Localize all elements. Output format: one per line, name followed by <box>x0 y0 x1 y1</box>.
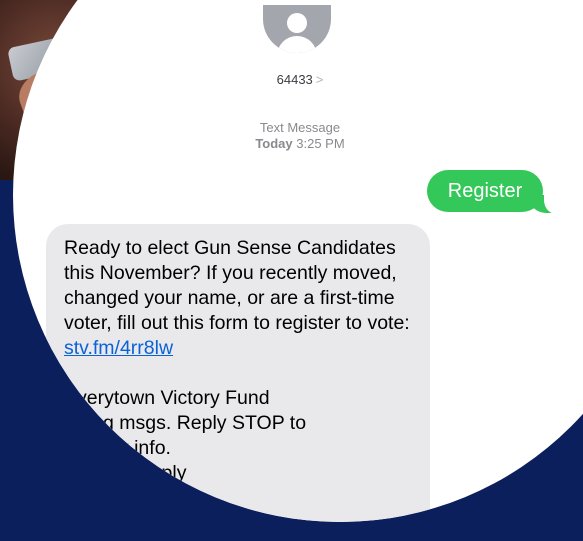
message-day: Today <box>255 136 293 151</box>
avatar-head <box>287 13 307 33</box>
contact-avatar-icon[interactable] <box>263 5 331 53</box>
received-body: Ready to elect Gun Sense Candidates this… <box>64 237 410 334</box>
sent-message-bubble[interactable]: Register <box>427 170 543 212</box>
received-message-bubble[interactable]: Ready to elect Gun Sense Candidates this… <box>46 224 430 522</box>
sender-number: 64433 <box>276 72 313 87</box>
received-footer-line-4: atesMayApply <box>64 462 187 484</box>
sent-bubble-tail-mask <box>544 188 562 214</box>
message-timestamp: Text Message Today 3:25 PM <box>200 120 400 152</box>
received-footer-line-3: ELP for info. <box>64 437 171 459</box>
message-type-label: Text Message <box>259 120 341 135</box>
chevron-right-icon: > <box>315 72 324 87</box>
avatar-body <box>277 36 317 53</box>
received-footer-line-1: Everytown Victory Fund <box>64 387 270 409</box>
received-footer-line-2: urring msgs. Reply STOP to <box>64 412 307 434</box>
message-time: 3:25 PM <box>296 136 345 151</box>
message-thread-circle: 64433 > Text Message Today 3:25 PM Regist… <box>13 0 583 522</box>
registration-link[interactable]: stv.fm/4rr8lw <box>64 337 173 359</box>
message-thread: 64433 > Text Message Today 3:25 PM Regist… <box>13 0 583 522</box>
sender-header[interactable]: 64433 > <box>250 72 350 87</box>
received-message-text: Ready to elect Gun Sense Candidates this… <box>64 236 424 486</box>
screenshot-stage: 64433 > Text Message Today 3:25 PM Regist… <box>0 0 583 541</box>
